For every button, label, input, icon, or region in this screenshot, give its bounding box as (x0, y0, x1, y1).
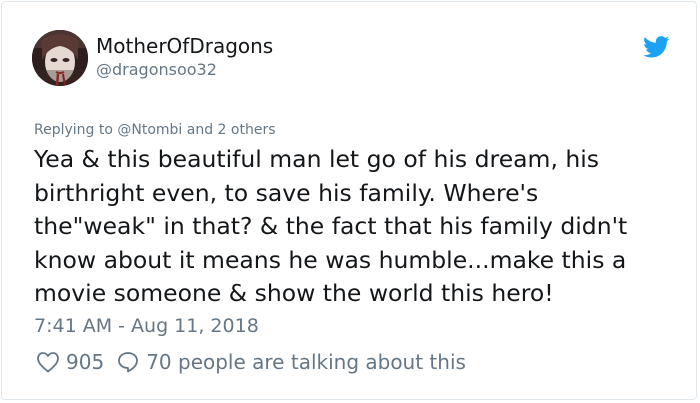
heart-icon[interactable] (36, 351, 60, 373)
avatar[interactable] (32, 30, 88, 86)
user-handle[interactable]: @dragonsoo32 (96, 60, 217, 80)
tweet-text-line: movie someone & show the world this hero… (34, 279, 554, 307)
tweet-text-line: know about it means he was humble...make… (34, 245, 627, 274)
speech-bubble-icon[interactable] (116, 350, 140, 374)
tweet-actions: 905 70 people are talking about this (36, 348, 466, 376)
twitter-bird-icon[interactable] (643, 36, 670, 58)
avatar-image (32, 30, 88, 86)
replying-to-text[interactable]: Replying to @Ntombi and 2 others (34, 121, 276, 139)
tweet-text: Yea & this beautiful man let go of his d… (34, 143, 674, 311)
talking-about-this-link[interactable]: 70 people are talking about this (146, 350, 466, 374)
tweet-text-line: the"weak" in that? & the fact that his f… (34, 212, 628, 240)
tweet-text-line: Yea & this beautiful man let go of his d… (34, 145, 600, 173)
display-name[interactable]: MotherOfDragons (96, 33, 273, 59)
tweet-timestamp[interactable]: 7:41 AM - Aug 11, 2018 (34, 313, 259, 339)
tweet-card: MotherOfDragons @dragonsoo32 Replying to… (1, 1, 697, 400)
like-count[interactable]: 905 (66, 350, 104, 374)
tweet-text-line: birthright even, to save his family. Whe… (34, 178, 539, 207)
